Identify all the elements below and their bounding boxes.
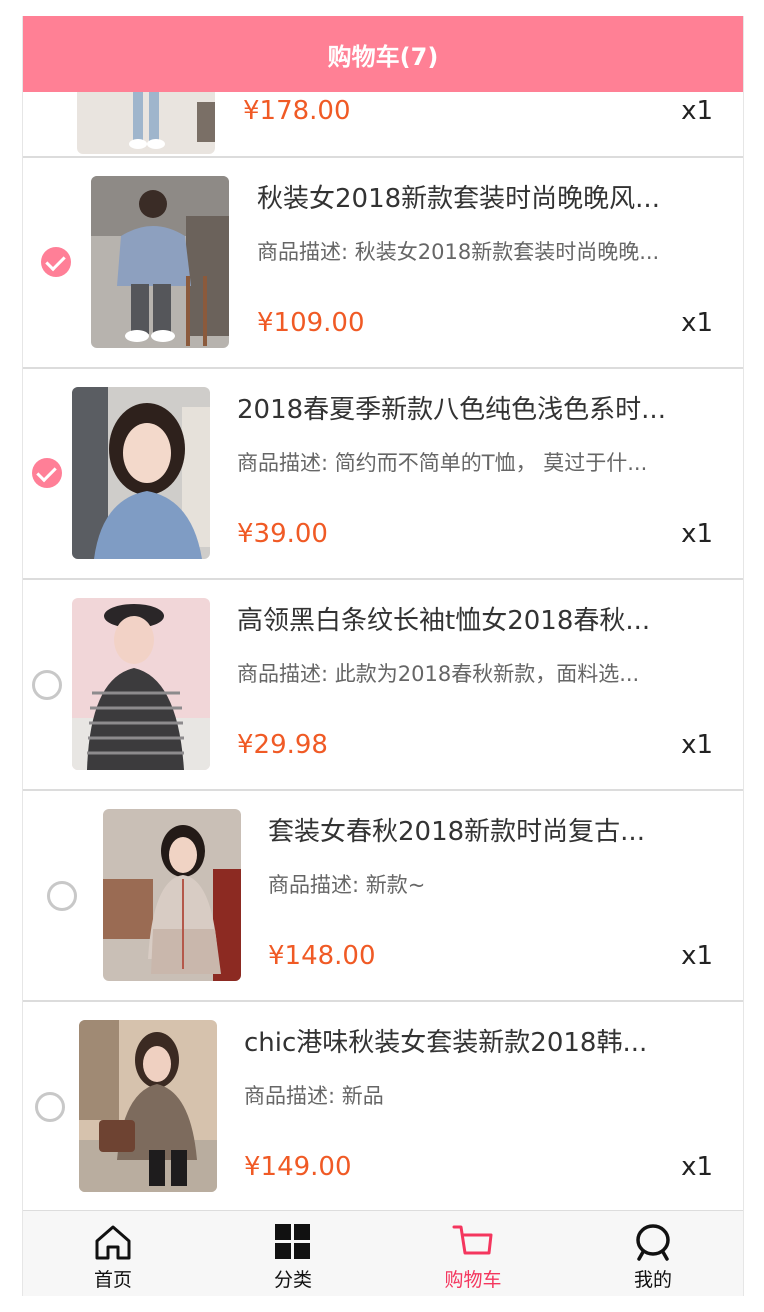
item-description: 商品描述: 秋装女2018新款套装时尚晚晚... (257, 240, 660, 264)
item-quantity: x1 (681, 308, 713, 338)
tab-label: 分类 (273, 1269, 312, 1291)
cart-icon (452, 1225, 493, 1255)
item-price: ¥148.00 (268, 941, 376, 971)
page-header: 购物车(7) (23, 16, 743, 92)
item-title[interactable]: 2018春夏季新款八色纯色浅色系时... (237, 389, 717, 426)
select-checkbox[interactable] (47, 881, 77, 911)
item-quantity: x1 (681, 96, 713, 126)
item-quantity: x1 (681, 941, 713, 971)
cart-item[interactable]: chic港味秋装女套装新款2018韩... 商品描述: 新品 ¥149.00 x… (23, 1002, 743, 1210)
product-image[interactable] (103, 809, 241, 981)
item-description: 商品描述: 此款为2018春秋新款，面料选... (237, 662, 640, 686)
app-frame: 购物车(7) ¥178.00 x1 秋装女2018新款套装时尚晚晚风... 商品… (22, 16, 744, 1296)
tab-label: 购物车 (444, 1269, 502, 1291)
home-icon (95, 1225, 131, 1260)
item-price: ¥39.00 (237, 519, 328, 549)
item-description: 商品描述: 新款~ (268, 873, 426, 897)
item-description: 商品描述: 新品 (244, 1084, 384, 1108)
tab-profile[interactable]: 我的 (563, 1211, 743, 1296)
item-quantity: x1 (681, 519, 713, 549)
grid-icon (275, 1224, 310, 1259)
item-description: 商品描述: 简约而不简单的T恤， 莫过于什... (237, 451, 648, 475)
tab-category[interactable]: 分类 (203, 1211, 383, 1296)
product-image[interactable] (79, 1020, 217, 1192)
cart-item[interactable]: 套装女春秋2018新款时尚复古... 商品描述: 新款~ ¥148.00 x1 (23, 791, 743, 1002)
tab-home[interactable]: 首页 (23, 1211, 203, 1296)
product-image[interactable] (91, 176, 229, 348)
product-image[interactable] (72, 387, 210, 559)
item-price: ¥29.98 (237, 730, 328, 760)
tab-label: 首页 (93, 1269, 132, 1291)
tab-cart[interactable]: 购物车 (383, 1211, 563, 1296)
page-title: 购物车(7) (327, 42, 439, 71)
item-quantity: x1 (681, 1152, 713, 1182)
select-checkbox[interactable] (32, 670, 62, 700)
tab-label: 我的 (633, 1269, 672, 1291)
item-price: ¥149.00 (244, 1152, 352, 1182)
profile-icon (636, 1224, 670, 1261)
item-price: ¥178.00 (243, 96, 351, 126)
select-checkbox-checked[interactable] (32, 458, 62, 488)
item-title[interactable]: 秋装女2018新款套装时尚晚晚风... (257, 178, 717, 215)
item-price: ¥109.00 (257, 308, 365, 338)
product-image[interactable] (77, 92, 215, 154)
item-title[interactable]: 高领黑白条纹长袖t恤女2018春秋... (237, 600, 697, 637)
product-image[interactable] (72, 598, 210, 770)
select-checkbox[interactable] (35, 1092, 65, 1122)
item-quantity: x1 (681, 730, 713, 760)
cart-item[interactable]: 2018春夏季新款八色纯色浅色系时... 商品描述: 简约而不简单的T恤， 莫过… (23, 369, 743, 580)
cart-item[interactable]: 高领黑白条纹长袖t恤女2018春秋... 商品描述: 此款为2018春秋新款，面… (23, 580, 743, 791)
cart-item[interactable]: 秋装女2018新款套装时尚晚晚风... 商品描述: 秋装女2018新款套装时尚晚… (23, 158, 743, 369)
select-checkbox-checked[interactable] (41, 247, 71, 277)
item-title[interactable]: chic港味秋装女套装新款2018韩... (244, 1022, 694, 1059)
bottom-tab-bar: 首页 分类 购物车 我的 (23, 1210, 743, 1296)
cart-item[interactable]: ¥178.00 x1 (23, 92, 743, 158)
item-title[interactable]: 套装女春秋2018新款时尚复古... (268, 811, 688, 848)
cart-list[interactable]: ¥178.00 x1 秋装女2018新款套装时尚晚晚风... 商品描述: 秋装女… (23, 92, 743, 1210)
